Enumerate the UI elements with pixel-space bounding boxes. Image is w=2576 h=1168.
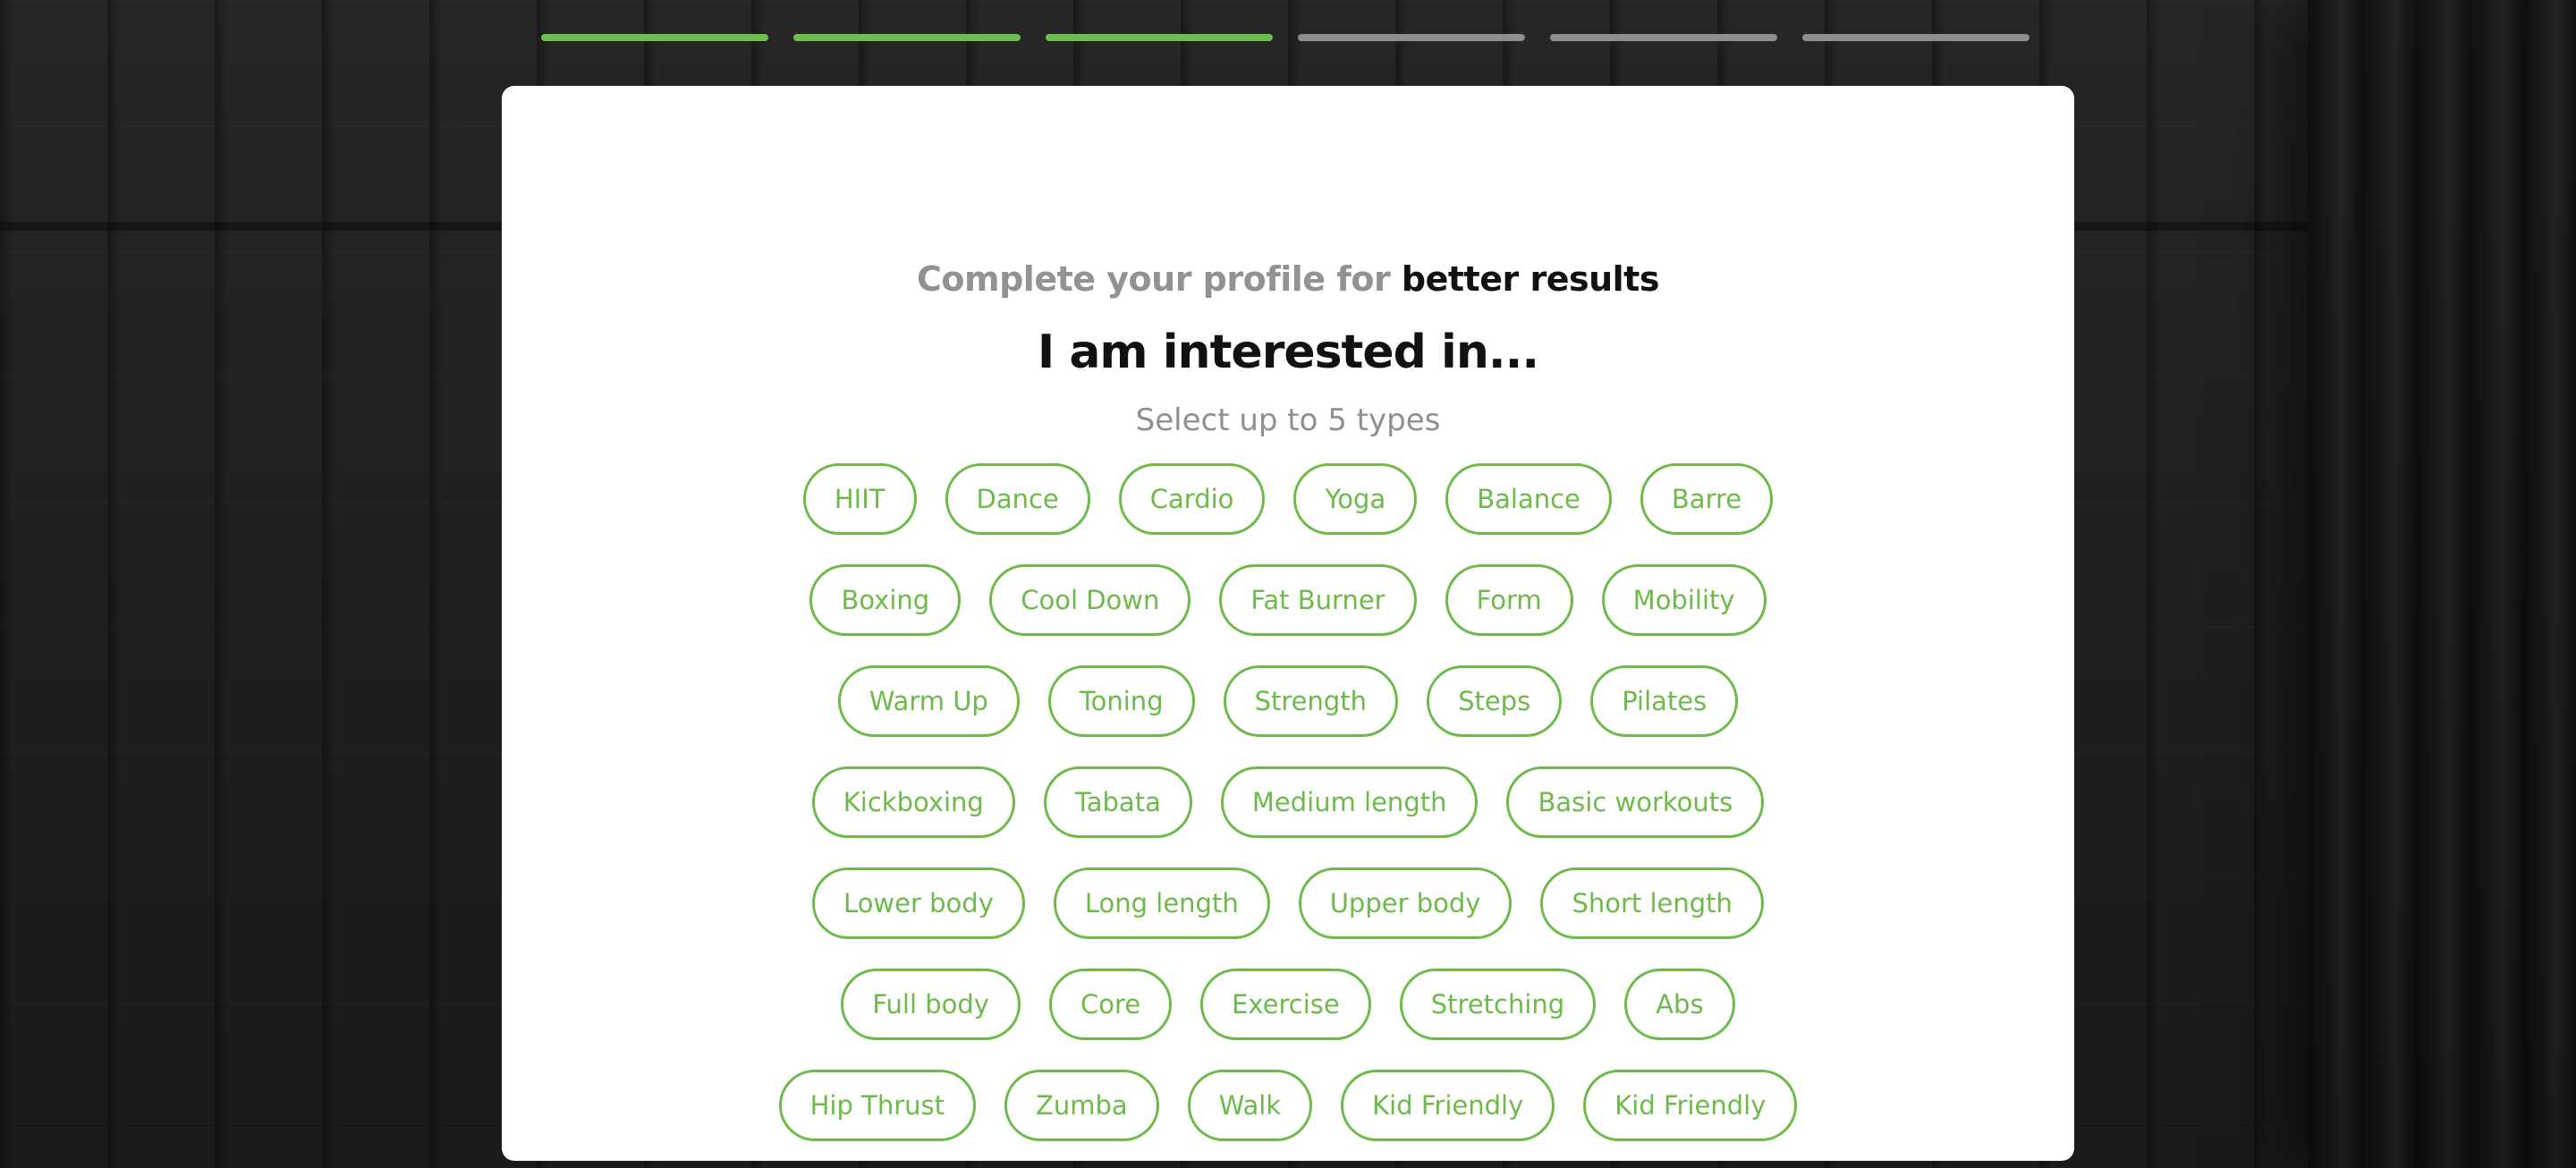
chip-row: Full body Core Exercise Stretching Abs	[502, 969, 2074, 1040]
page-title: I am interested in...	[1037, 326, 1539, 379]
interests-card: Complete your profile for better results…	[502, 86, 2074, 1161]
chip-core[interactable]: Core	[1048, 969, 1173, 1040]
selection-hint: Select up to 5 types	[1135, 402, 1441, 438]
card-subtitle: Complete your profile for better results	[502, 259, 2074, 299]
subtitle-muted: Complete your profile for	[917, 259, 1391, 299]
interest-chip-list: HIIT Dance Cardio Yoga Balance Barre Box…	[502, 463, 2074, 1168]
chip-form[interactable]: Form	[1445, 564, 1573, 636]
progress-step-2	[793, 34, 1021, 41]
chip-medium-length[interactable]: Medium length	[1220, 766, 1479, 838]
subtitle-strong: better results	[1401, 259, 1660, 299]
chip-basic-workouts[interactable]: Basic workouts	[1506, 766, 1765, 838]
progress-step-5	[1550, 34, 1777, 41]
chip-row: HIIT Dance Cardio Yoga Balance Barre	[502, 463, 2074, 535]
chip-kid-friendly[interactable]: Kid Friendly	[1583, 1070, 1798, 1141]
chip-short-length[interactable]: Short length	[1540, 868, 1764, 939]
chip-kickboxing[interactable]: Kickboxing	[811, 766, 1015, 838]
progress-step-4	[1298, 34, 1525, 41]
chip-lower-body[interactable]: Lower body	[812, 868, 1025, 939]
chip-walk[interactable]: Walk	[1187, 1070, 1313, 1141]
chip-cardio[interactable]: Cardio	[1118, 463, 1266, 535]
chip-steps[interactable]: Steps	[1427, 665, 1563, 737]
chip-hiit[interactable]: HIIT	[802, 463, 917, 535]
chip-hip-thrust[interactable]: Hip Thrust	[778, 1070, 976, 1141]
chip-row: Hip Thrust Zumba Walk Kid Friendly Kid F…	[502, 1070, 2074, 1141]
chip-row: Warm Up Toning Strength Steps Pilates	[502, 665, 2074, 737]
progress-steps	[541, 34, 2029, 41]
chip-balance[interactable]: Balance	[1445, 463, 1612, 535]
chip-pilates[interactable]: Pilates	[1590, 665, 1739, 737]
chip-strength[interactable]: Strength	[1223, 665, 1399, 737]
chip-dance[interactable]: Dance	[945, 463, 1090, 535]
chip-tabata[interactable]: Tabata	[1043, 766, 1192, 838]
chip-boxing[interactable]: Boxing	[809, 564, 962, 636]
chip-row: Lower body Long length Upper body Short …	[502, 868, 2074, 939]
chip-zumba[interactable]: Zumba	[1004, 1070, 1159, 1141]
chip-long-length[interactable]: Long length	[1053, 868, 1270, 939]
progress-step-1	[541, 34, 768, 41]
chip-abs[interactable]: Abs	[1624, 969, 1735, 1040]
background-curtain	[2308, 0, 2576, 1168]
chip-kid-friendly[interactable]: Kid Friendly	[1341, 1070, 1555, 1141]
chip-upper-body[interactable]: Upper body	[1298, 868, 1513, 939]
chip-yoga[interactable]: Yoga	[1293, 463, 1418, 535]
chip-barre[interactable]: Barre	[1640, 463, 1774, 535]
chip-cool-down[interactable]: Cool Down	[989, 564, 1191, 636]
chip-warm-up[interactable]: Warm Up	[837, 665, 1020, 737]
chip-fat-burner[interactable]: Fat Burner	[1219, 564, 1417, 636]
chip-full-body[interactable]: Full body	[841, 969, 1021, 1040]
progress-step-3	[1046, 34, 1273, 41]
chip-exercise[interactable]: Exercise	[1200, 969, 1371, 1040]
chip-row: Boxing Cool Down Fat Burner Form Mobilit…	[502, 564, 2074, 636]
chip-toning[interactable]: Toning	[1047, 665, 1195, 737]
progress-step-6	[1802, 34, 2029, 41]
chip-mobility[interactable]: Mobility	[1601, 564, 1767, 636]
chip-row: Kickboxing Tabata Medium length Basic wo…	[502, 766, 2074, 838]
chip-stretching[interactable]: Stretching	[1399, 969, 1597, 1040]
